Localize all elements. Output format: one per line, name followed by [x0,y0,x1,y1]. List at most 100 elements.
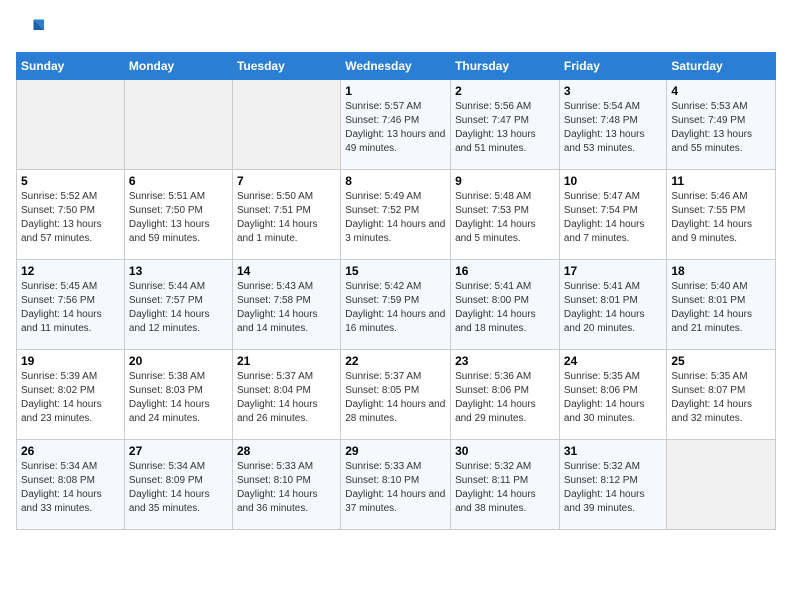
calendar-day-cell: 4 Sunrise: 5:53 AM Sunset: 7:49 PM Daylig… [667,80,776,170]
calendar-day-cell [667,440,776,530]
day-info: Sunrise: 5:34 AM Sunset: 8:09 PM Dayligh… [129,460,228,516]
day-number: 26 [21,444,120,458]
day-number: 22 [345,354,446,368]
logo [16,16,48,44]
day-number: 18 [671,264,771,278]
calendar-day-cell: 29 Sunrise: 5:33 AM Sunset: 8:10 PM Dayli… [341,440,451,530]
day-info: Sunrise: 5:37 AM Sunset: 8:04 PM Dayligh… [237,370,336,426]
calendar-day-cell: 30 Sunrise: 5:32 AM Sunset: 8:11 PM Dayli… [451,440,560,530]
day-info: Sunrise: 5:33 AM Sunset: 8:10 PM Dayligh… [237,460,336,516]
weekday-header: Saturday [667,53,776,80]
day-number: 5 [21,174,120,188]
calendar-day-cell: 31 Sunrise: 5:32 AM Sunset: 8:12 PM Dayli… [559,440,667,530]
calendar-day-cell: 21 Sunrise: 5:37 AM Sunset: 8:04 PM Dayli… [232,350,340,440]
day-number: 31 [564,444,663,458]
calendar-day-cell: 5 Sunrise: 5:52 AM Sunset: 7:50 PM Daylig… [17,170,125,260]
day-info: Sunrise: 5:57 AM Sunset: 7:46 PM Dayligh… [345,100,446,156]
calendar-day-cell [232,80,340,170]
day-info: Sunrise: 5:32 AM Sunset: 8:12 PM Dayligh… [564,460,663,516]
day-number: 23 [455,354,555,368]
calendar-day-cell: 9 Sunrise: 5:48 AM Sunset: 7:53 PM Daylig… [451,170,560,260]
day-info: Sunrise: 5:46 AM Sunset: 7:55 PM Dayligh… [671,190,771,246]
calendar-week-row: 12 Sunrise: 5:45 AM Sunset: 7:56 PM Dayli… [17,260,776,350]
day-number: 20 [129,354,228,368]
day-info: Sunrise: 5:36 AM Sunset: 8:06 PM Dayligh… [455,370,555,426]
day-info: Sunrise: 5:32 AM Sunset: 8:11 PM Dayligh… [455,460,555,516]
day-info: Sunrise: 5:44 AM Sunset: 7:57 PM Dayligh… [129,280,228,336]
day-number: 28 [237,444,336,458]
day-number: 13 [129,264,228,278]
day-info: Sunrise: 5:39 AM Sunset: 8:02 PM Dayligh… [21,370,120,426]
day-number: 29 [345,444,446,458]
day-info: Sunrise: 5:42 AM Sunset: 7:59 PM Dayligh… [345,280,446,336]
calendar-day-cell: 14Sunrise: 5:43 AM Sunset: 7:58 PM Dayli… [232,260,340,350]
day-number: 9 [455,174,555,188]
calendar-week-row: 26 Sunrise: 5:34 AM Sunset: 8:08 PM Dayli… [17,440,776,530]
day-info: Sunrise: 5:50 AM Sunset: 7:51 PM Dayligh… [237,190,336,246]
calendar-week-row: 5 Sunrise: 5:52 AM Sunset: 7:50 PM Daylig… [17,170,776,260]
page-header [16,16,776,44]
calendar-day-cell [17,80,125,170]
day-info: Sunrise: 5:33 AM Sunset: 8:10 PM Dayligh… [345,460,446,516]
day-number: 19 [21,354,120,368]
day-number: 14 [237,264,336,278]
calendar-day-cell: 22 Sunrise: 5:37 AM Sunset: 8:05 PM Dayli… [341,350,451,440]
day-number: 27 [129,444,228,458]
day-number: 24 [564,354,663,368]
day-info: Sunrise: 5:34 AM Sunset: 8:08 PM Dayligh… [21,460,120,516]
weekday-header: Sunday [17,53,125,80]
calendar-day-cell: 18Sunrise: 5:40 AM Sunset: 8:01 PM Dayli… [667,260,776,350]
day-info: Sunrise: 5:56 AM Sunset: 7:47 PM Dayligh… [455,100,555,156]
day-number: 21 [237,354,336,368]
day-number: 4 [671,84,771,98]
day-number: 25 [671,354,771,368]
calendar-day-cell [124,80,232,170]
calendar-day-cell: 3 Sunrise: 5:54 AM Sunset: 7:48 PM Daylig… [559,80,667,170]
day-info: Sunrise: 5:51 AM Sunset: 7:50 PM Dayligh… [129,190,228,246]
day-info: Sunrise: 5:38 AM Sunset: 8:03 PM Dayligh… [129,370,228,426]
day-number: 15 [345,264,446,278]
calendar-day-cell: 15 Sunrise: 5:42 AM Sunset: 7:59 PM Dayli… [341,260,451,350]
calendar-day-cell: 28 Sunrise: 5:33 AM Sunset: 8:10 PM Dayli… [232,440,340,530]
day-number: 3 [564,84,663,98]
calendar-day-cell: 16Sunrise: 5:41 AM Sunset: 8:00 PM Dayli… [451,260,560,350]
day-info: Sunrise: 5:52 AM Sunset: 7:50 PM Dayligh… [21,190,120,246]
day-info: Sunrise: 5:35 AM Sunset: 8:07 PM Dayligh… [671,370,771,426]
day-number: 30 [455,444,555,458]
day-info: Sunrise: 5:45 AM Sunset: 7:56 PM Dayligh… [21,280,120,336]
day-info: Sunrise: 5:37 AM Sunset: 8:05 PM Dayligh… [345,370,446,426]
calendar-day-cell: 11 Sunrise: 5:46 AM Sunset: 7:55 PM Dayli… [667,170,776,260]
day-info: Sunrise: 5:41 AM Sunset: 8:00 PM Dayligh… [455,280,555,336]
calendar-day-cell: 2Sunrise: 5:56 AM Sunset: 7:47 PM Daylig… [451,80,560,170]
day-info: Sunrise: 5:53 AM Sunset: 7:49 PM Dayligh… [671,100,771,156]
day-info: Sunrise: 5:54 AM Sunset: 7:48 PM Dayligh… [564,100,663,156]
calendar-day-cell: 13 Sunrise: 5:44 AM Sunset: 7:57 PM Dayli… [124,260,232,350]
day-number: 10 [564,174,663,188]
day-info: Sunrise: 5:47 AM Sunset: 7:54 PM Dayligh… [564,190,663,246]
calendar-day-cell: 6 Sunrise: 5:51 AM Sunset: 7:50 PM Daylig… [124,170,232,260]
weekday-header: Thursday [451,53,560,80]
calendar-day-cell: 25 Sunrise: 5:35 AM Sunset: 8:07 PM Dayli… [667,350,776,440]
weekday-header: Wednesday [341,53,451,80]
day-number: 17 [564,264,663,278]
day-number: 11 [671,174,771,188]
calendar-day-cell: 26 Sunrise: 5:34 AM Sunset: 8:08 PM Dayli… [17,440,125,530]
calendar-week-row: 1Sunrise: 5:57 AM Sunset: 7:46 PM Daylig… [17,80,776,170]
day-number: 12 [21,264,120,278]
day-number: 8 [345,174,446,188]
day-info: Sunrise: 5:48 AM Sunset: 7:53 PM Dayligh… [455,190,555,246]
calendar-body: 1Sunrise: 5:57 AM Sunset: 7:46 PM Daylig… [17,80,776,530]
calendar-table: SundayMondayTuesdayWednesdayThursdayFrid… [16,52,776,530]
calendar-header: SundayMondayTuesdayWednesdayThursdayFrid… [17,53,776,80]
calendar-day-cell: 10 Sunrise: 5:47 AM Sunset: 7:54 PM Dayli… [559,170,667,260]
calendar-week-row: 19 Sunrise: 5:39 AM Sunset: 8:02 PM Dayli… [17,350,776,440]
day-number: 6 [129,174,228,188]
logo-icon [16,16,44,44]
weekday-header: Monday [124,53,232,80]
calendar-day-cell: 23 Sunrise: 5:36 AM Sunset: 8:06 PM Dayli… [451,350,560,440]
calendar-day-cell: 1Sunrise: 5:57 AM Sunset: 7:46 PM Daylig… [341,80,451,170]
day-info: Sunrise: 5:35 AM Sunset: 8:06 PM Dayligh… [564,370,663,426]
calendar-day-cell: 17Sunrise: 5:41 AM Sunset: 8:01 PM Dayli… [559,260,667,350]
calendar-day-cell: 8Sunrise: 5:49 AM Sunset: 7:52 PM Daylig… [341,170,451,260]
calendar-day-cell: 20 Sunrise: 5:38 AM Sunset: 8:03 PM Dayli… [124,350,232,440]
